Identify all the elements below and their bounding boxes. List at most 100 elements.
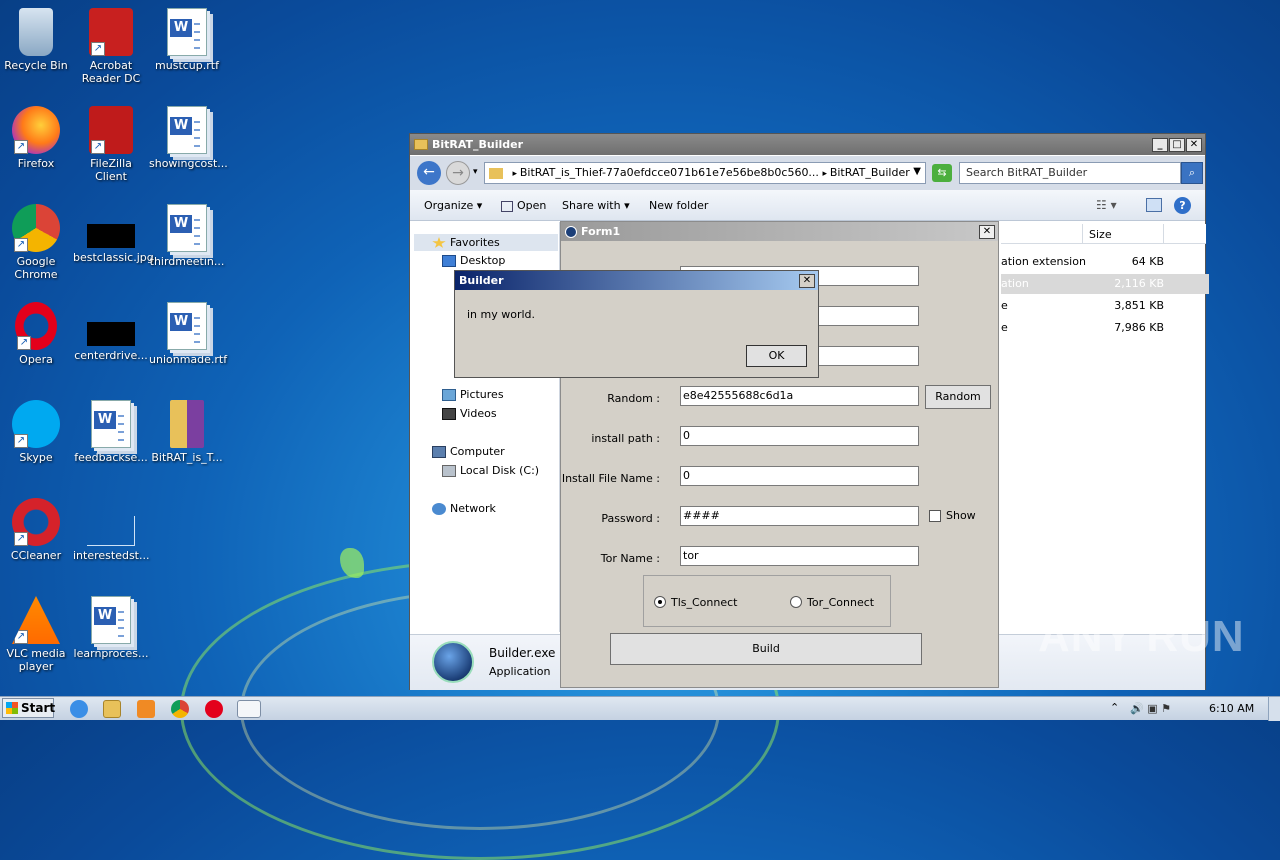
minimize-button[interactable]: _ [1152, 137, 1168, 152]
dialog-titlebar: Builder ✕ [455, 271, 818, 290]
file-size: 2,116 KB [1114, 277, 1164, 290]
desktop-icon-3[interactable]: ↗ Firefox [0, 106, 74, 170]
desktop-icon-5[interactable]: Wshowingcost... [149, 106, 228, 170]
view-options-icon[interactable]: ☷ ▾ [1096, 198, 1117, 212]
nav-desktop[interactable]: Desktop [442, 254, 505, 267]
tor-connect-radio[interactable] [790, 596, 802, 608]
open-button[interactable]: Open [501, 199, 546, 212]
desktop-icon-label: unionmade.rtf [149, 353, 228, 366]
desktop-icon-18[interactable]: Wlearnproces... [73, 596, 149, 660]
filezilla-icon: ↗ [89, 106, 133, 154]
start-button[interactable]: Start [2, 698, 55, 718]
address-bar-row: ← → ▾ ▸ BitRAT_is_Thief-77a0efdcce071b61… [410, 156, 1205, 190]
nav-network[interactable]: Network [432, 502, 496, 515]
file-row[interactable]: ation extension 64 KB [1001, 252, 1209, 272]
desktop-icon-label: Google Chrome [14, 255, 58, 281]
paw-app-icon [565, 225, 577, 238]
desktop-icon-12[interactable]: ↗ Skype [0, 400, 74, 464]
form1-close-button[interactable]: ✕ [979, 224, 995, 239]
nav-computer[interactable]: Computer [432, 445, 505, 458]
desktop-icon-9[interactable]: ↗ Opera [0, 302, 74, 366]
tls-connect-radio[interactable] [654, 596, 666, 608]
recent-dropdown-icon[interactable]: ▾ [473, 167, 478, 177]
desktop-icon-1[interactable]: ↗ Acrobat Reader DC [73, 8, 149, 85]
show-label[interactable]: Show [946, 509, 976, 522]
file-row[interactable]: e 7,986 KB [1001, 318, 1209, 338]
maximize-button[interactable]: □ [1169, 137, 1185, 152]
file-type: e [1001, 299, 1008, 312]
close-button[interactable]: ✕ [1186, 137, 1202, 152]
address-bar[interactable]: ▸ BitRAT_is_Thief-77a0efdcce071b61e7e56b… [484, 162, 926, 184]
desktop-icon-17[interactable]: ↗ VLC media player [0, 596, 74, 673]
show-hidden-icons[interactable]: ⌃ [1110, 701, 1119, 714]
file-row[interactable]: e 3,851 KB [1001, 296, 1209, 316]
build-button[interactable]: Build [610, 633, 922, 665]
show-checkbox[interactable] [929, 510, 941, 522]
desktop-icon-label: interestedst... [73, 549, 150, 562]
desktop-icon [442, 255, 456, 267]
desktop-icon-8[interactable]: Wthirdmeetin... [149, 204, 225, 268]
desktop-icon-14[interactable]: BitRAT_is_T... [149, 400, 225, 464]
desktop-icon-label: showingcost... [149, 157, 228, 170]
recycle-bin-icon [19, 8, 53, 56]
organize-menu[interactable]: Organize ▾ [424, 199, 482, 212]
tls-connect-label[interactable]: Tls_Connect [671, 596, 738, 609]
desktop-icon-7[interactable]: bestclassic.jpg [73, 204, 154, 264]
desktop-icon-6[interactable]: ↗ Google Chrome [0, 204, 74, 281]
random-button[interactable]: Random [925, 385, 991, 409]
share-with-menu[interactable]: Share with ▾ [562, 199, 630, 212]
nav-videos[interactable]: Videos [442, 407, 497, 420]
desktop-icon-11[interactable]: Wunionmade.rtf [149, 302, 228, 366]
shortcut-arrow-icon: ↗ [14, 434, 28, 448]
desktop-icon-label: FileZilla Client [90, 157, 132, 183]
nav-local-disk[interactable]: Local Disk (C:) [442, 464, 539, 477]
back-icon[interactable]: ← [417, 161, 441, 185]
path-segment-builder[interactable]: BitRAT_Builder [830, 166, 910, 179]
folder-icon [489, 167, 503, 179]
chrome-taskbar-icon[interactable] [171, 700, 189, 718]
desktop-icon-13[interactable]: Wfeedbackse... [73, 400, 149, 464]
desktop-icon-4[interactable]: ↗ FileZilla Client [73, 106, 149, 183]
path-segment-archive[interactable]: BitRAT_is_Thief-77a0efdcce071b61e7e56be8… [520, 166, 819, 179]
desktop-icon-16[interactable]: interestedst... [73, 498, 149, 562]
clock[interactable]: 6:10 AM [1209, 702, 1254, 715]
password-field[interactable]: #### [680, 506, 919, 526]
nav-favorites[interactable]: Favorites [414, 234, 558, 251]
builder-taskbar-icon[interactable] [237, 700, 261, 718]
search-icon[interactable]: ⌕ [1181, 162, 1203, 184]
tor-name-field[interactable]: tor [680, 546, 919, 566]
address-dropdown-icon[interactable]: ▼ [913, 166, 921, 177]
desktop-icon-15[interactable]: ↗ CCleaner [0, 498, 74, 562]
random-field[interactable]: e8e42555688c6d1a [680, 386, 919, 406]
media-player-taskbar-icon[interactable] [137, 700, 155, 718]
desktop-icon-0[interactable]: Recycle Bin [0, 8, 74, 72]
dialog-title: Builder [459, 274, 504, 287]
install-path-field[interactable]: 0 [680, 426, 919, 446]
size-column-header[interactable]: Size [1089, 228, 1112, 241]
disk-icon [442, 465, 456, 477]
ie-taskbar-icon[interactable] [70, 700, 88, 718]
show-desktop-button[interactable] [1268, 697, 1280, 721]
tray-icons[interactable]: 🔊 ▣ ⚑ [1130, 702, 1171, 715]
opera-taskbar-icon[interactable] [205, 700, 223, 718]
forward-icon[interactable]: → [446, 161, 470, 185]
ok-button[interactable]: OK [746, 345, 807, 367]
dialog-close-button[interactable]: ✕ [799, 273, 815, 288]
desktop-icon-10[interactable]: centerdrive... [73, 302, 149, 362]
explorer-title: BitRAT_Builder [432, 138, 524, 151]
wallpaper-logo [340, 548, 364, 578]
explorer-taskbar-icon[interactable] [103, 700, 121, 718]
desktop-icon-2[interactable]: Wmustcup.rtf [149, 8, 225, 72]
help-icon[interactable]: ? [1174, 197, 1191, 214]
install-file-name-field[interactable]: 0 [680, 466, 919, 486]
search-input[interactable]: Search BitRAT_Builder [959, 162, 1181, 184]
file-row[interactable]: ation 2,116 KB [1001, 274, 1209, 294]
refresh-icon[interactable]: ⇆ [932, 164, 952, 182]
nav-pictures[interactable]: Pictures [442, 388, 504, 401]
tor-connect-label[interactable]: Tor_Connect [807, 596, 874, 609]
new-folder-button[interactable]: New folder [649, 199, 708, 212]
desktop-icon-label: bestclassic.jpg [73, 251, 154, 264]
preview-pane-icon[interactable] [1146, 198, 1162, 212]
network-icon [432, 503, 446, 515]
desktop-icon-label: Recycle Bin [4, 59, 68, 72]
